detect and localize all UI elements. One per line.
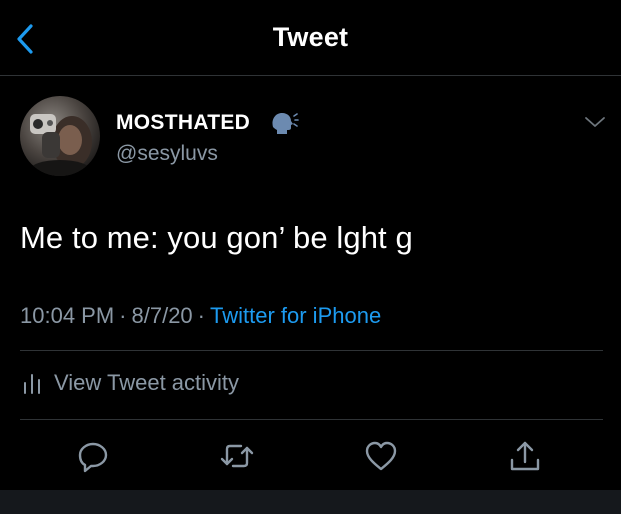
like-icon: [365, 441, 397, 471]
retweet-button[interactable]: [219, 438, 255, 474]
reply-icon: [78, 442, 108, 473]
user-handle[interactable]: @sesyluvs: [116, 142, 218, 166]
retweet-icon: [220, 444, 254, 468]
more-options-button[interactable]: [582, 112, 608, 132]
share-button[interactable]: [507, 438, 543, 474]
chevron-down-icon: [585, 117, 605, 127]
analytics-icon: [24, 374, 40, 394]
tweet-source-link[interactable]: Twitter for iPhone: [210, 303, 381, 328]
meta-separator: ·: [119, 303, 127, 328]
reply-button[interactable]: [75, 438, 111, 474]
share-icon: [510, 441, 540, 471]
divider: [20, 419, 603, 420]
speaking-head-icon: [272, 113, 299, 134]
tweet-time: 10:04 PM: [20, 303, 115, 328]
tweet-text: Me to me: you gon’ be lght g: [20, 220, 413, 255]
bottom-bar: [0, 490, 621, 514]
tweet-meta: 10:04 PM · 8/7/20 · Twitter for iPhone: [20, 303, 381, 329]
view-tweet-activity-button[interactable]: View Tweet activity: [20, 370, 239, 396]
avatar[interactable]: [20, 96, 100, 176]
top-header: Tweet: [0, 0, 621, 76]
activity-label: View Tweet activity: [54, 370, 240, 395]
display-name[interactable]: MOSTHATED: [116, 111, 250, 135]
page-title: Tweet: [272, 22, 349, 52]
tweet-actions: [0, 438, 621, 478]
meta-separator: ·: [197, 303, 205, 328]
avatar-photo: [30, 114, 92, 176]
divider: [20, 350, 603, 351]
like-button[interactable]: [363, 438, 399, 474]
tweet-date: 8/7/20: [131, 303, 193, 328]
